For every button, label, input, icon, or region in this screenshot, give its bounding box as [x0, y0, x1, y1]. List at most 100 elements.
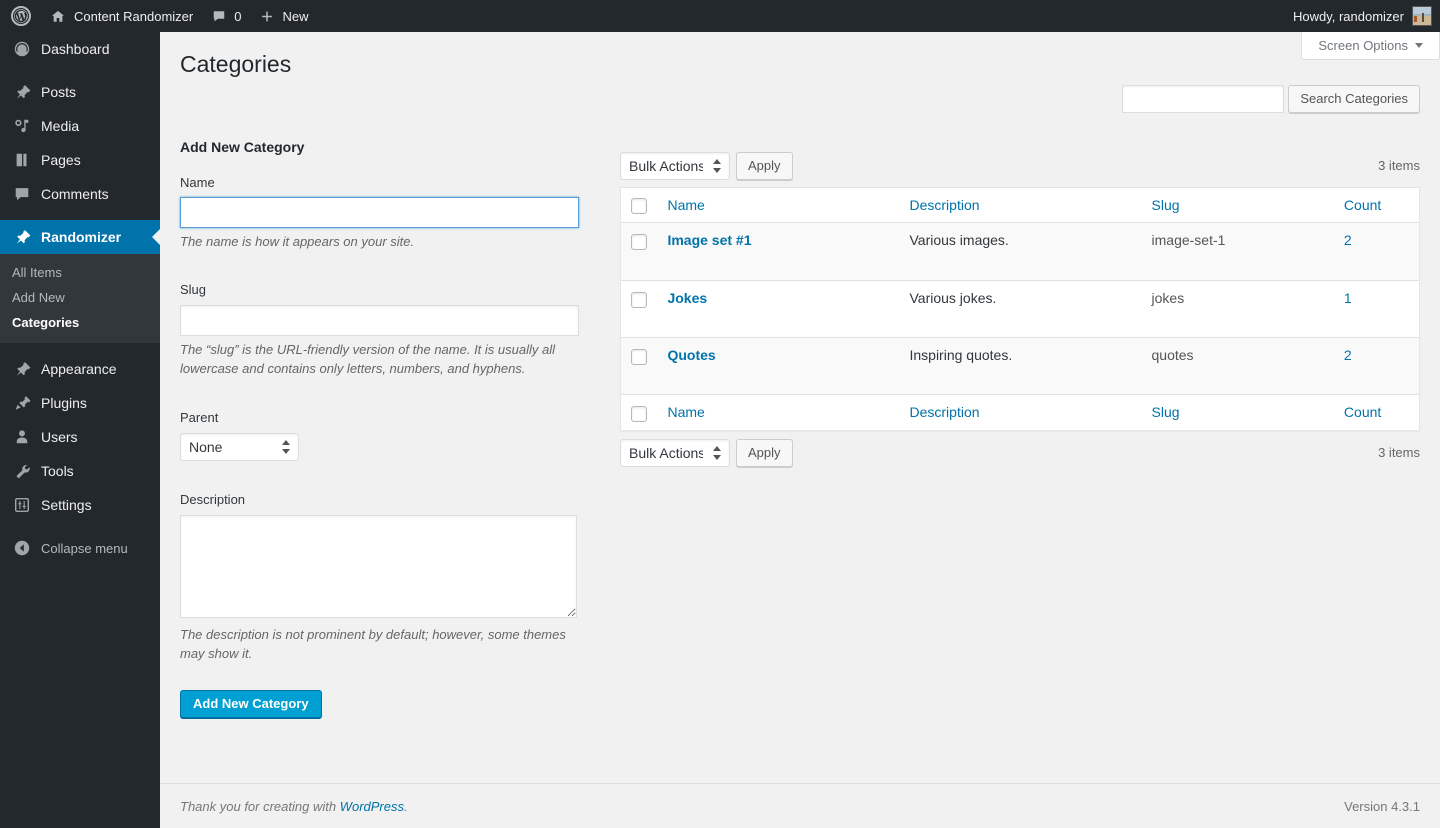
count-link[interactable]: 1 — [1344, 290, 1352, 306]
items-count-bottom: 3 items — [1378, 444, 1420, 460]
sidebar-item-randomizer[interactable]: Randomizer — [0, 220, 160, 254]
sidebar-item-pages[interactable]: Pages — [0, 143, 160, 177]
search-input[interactable] — [1122, 85, 1285, 113]
sidebar-item-add-new[interactable]: Add New — [0, 285, 160, 310]
sidebar-submenu-randomizer: All Items Add New Categories — [0, 254, 160, 343]
comments-count: 0 — [234, 8, 242, 24]
description-textarea[interactable] — [180, 514, 577, 618]
column-footer-description[interactable]: Description — [899, 394, 1142, 429]
select-all-checkbox[interactable] — [631, 198, 647, 215]
column-header-description[interactable]: Description — [899, 188, 1142, 224]
admin-bar-account[interactable]: Howdy, randomizer — [1293, 0, 1440, 32]
comments-button[interactable]: 0 — [202, 0, 250, 32]
column-footer-slug[interactable]: Slug — [1141, 394, 1334, 429]
site-name-button[interactable]: Content Randomizer — [41, 0, 202, 32]
select-all-header — [621, 188, 658, 224]
sidebar-item-label: Dashboard — [41, 41, 110, 57]
sidebar-item-comments[interactable]: Comments — [0, 177, 160, 211]
category-link[interactable]: Jokes — [667, 290, 707, 306]
name-description: The name is how it appears on your site. — [180, 234, 415, 250]
sidebar-item-settings[interactable]: Settings — [0, 488, 160, 522]
howdy-label: Howdy, randomizer — [1292, 8, 1404, 24]
count-link[interactable]: 2 — [1344, 347, 1352, 363]
column-footer-name[interactable]: Name — [657, 394, 900, 429]
form-submit-row: Add New Category — [180, 689, 590, 718]
site-name-label: Content Randomizer — [74, 8, 194, 24]
sidebar-item-plugins[interactable]: Plugins — [0, 386, 160, 420]
new-content-label: New — [282, 8, 309, 24]
row-checkbox[interactable] — [631, 348, 647, 365]
avatar — [1412, 6, 1432, 26]
slug-description: The “slug” is the URL-friendly version o… — [180, 341, 555, 377]
table-row: Jokes Various jokes. jokes 1 — [621, 280, 1419, 337]
slug-input[interactable] — [180, 304, 579, 336]
collapse-menu-label: Collapse menu — [41, 540, 128, 556]
sidebar-item-label: Plugins — [41, 395, 87, 411]
screen-options-button[interactable]: Screen Options — [1301, 32, 1440, 60]
sidebar-item-label: Settings — [41, 497, 92, 513]
row-checkbox-cell — [621, 337, 658, 394]
row-checkbox-cell — [621, 223, 657, 280]
field-parent: Parent None — [180, 408, 590, 461]
sidebar-item-all-items[interactable]: All Items — [0, 260, 160, 285]
menu-separator — [0, 343, 160, 352]
footer-thanks: Thank you for creating with WordPress. — [180, 799, 408, 814]
sidebar-item-categories[interactable]: Categories — [0, 310, 160, 335]
category-link[interactable]: Quotes — [667, 347, 715, 363]
sidebar-item-dashboard[interactable]: Dashboard — [0, 32, 160, 66]
table-body: Image set #1 Various images. image-set-1… — [621, 223, 1419, 395]
parent-select[interactable]: None — [180, 432, 299, 461]
items-count-top: 3 items — [1378, 158, 1420, 173]
menu-separator — [0, 66, 160, 75]
collapse-menu-button[interactable]: Collapse menu — [0, 531, 160, 565]
parent-label: Parent — [180, 409, 219, 425]
row-checkbox[interactable] — [631, 291, 647, 308]
form-heading: Add New Category — [180, 139, 305, 155]
new-content-button[interactable]: New — [250, 0, 317, 32]
wordpress-logo-button[interactable] — [0, 0, 41, 32]
add-new-category-form: Add New Category Name The name is how it… — [180, 138, 590, 718]
admin-bar-left: Content Randomizer 0 New — [0, 0, 317, 32]
sidebar-item-label: Appearance — [41, 361, 117, 377]
row-description-cell: Various images. — [909, 232, 1009, 249]
sidebar-item-label: Media — [41, 118, 80, 134]
main-content: Screen Options Categories Search Categor… — [160, 32, 1440, 828]
count-link[interactable]: 2 — [1344, 232, 1352, 248]
sidebar-item-tools[interactable]: Tools — [0, 454, 160, 488]
row-checkbox[interactable] — [631, 233, 647, 250]
name-input[interactable] — [180, 197, 579, 229]
column-header-count[interactable]: Count — [1333, 188, 1419, 224]
select-all-footer — [621, 394, 658, 429]
bulk-actions-select-bottom[interactable]: Bulk Actions — [620, 438, 730, 467]
apply-button-bottom[interactable]: Apply — [736, 438, 793, 467]
bulk-actions-select-top[interactable]: Bulk Actions — [620, 152, 730, 180]
menu-separator — [0, 522, 160, 531]
add-new-category-submit-button[interactable]: Add New Category — [180, 689, 322, 718]
apply-button-top[interactable]: Apply — [736, 152, 793, 180]
plug-icon — [12, 393, 32, 413]
sidebar-item-label: Users — [41, 429, 78, 445]
name-label: Name — [180, 174, 215, 190]
column-header-slug[interactable]: Slug — [1141, 188, 1334, 224]
slug-label: Slug — [180, 281, 207, 297]
sidebar-item-label: Posts — [41, 84, 77, 100]
column-header-name[interactable]: Name — [657, 188, 900, 224]
chevron-down-icon — [1415, 43, 1423, 48]
wordpress-link[interactable]: WordPress — [340, 799, 404, 814]
media-icon — [12, 116, 32, 136]
sidebar-item-users[interactable]: Users — [0, 420, 160, 454]
column-footer-count[interactable]: Count — [1333, 394, 1419, 429]
comment-bubble-icon — [12, 184, 32, 204]
sidebar-item-appearance[interactable]: Appearance — [0, 352, 160, 386]
footer-thanks-suffix: . — [404, 798, 408, 814]
sidebar-item-posts[interactable]: Posts — [0, 75, 160, 109]
category-link[interactable]: Image set #1 — [667, 232, 751, 248]
paintbrush-icon — [12, 359, 32, 379]
admin-sidebar-menu: Dashboard Posts Media Pages Comments Ran… — [0, 32, 160, 828]
menu-separator — [0, 211, 160, 220]
search-categories-button[interactable]: Search Categories — [1288, 85, 1420, 113]
sidebar-item-media[interactable]: Media — [0, 109, 160, 143]
row-description-cell: Inspiring quotes. — [899, 337, 1142, 394]
parent-select-wrap: None — [180, 432, 299, 461]
select-all-checkbox-footer[interactable] — [631, 405, 647, 422]
